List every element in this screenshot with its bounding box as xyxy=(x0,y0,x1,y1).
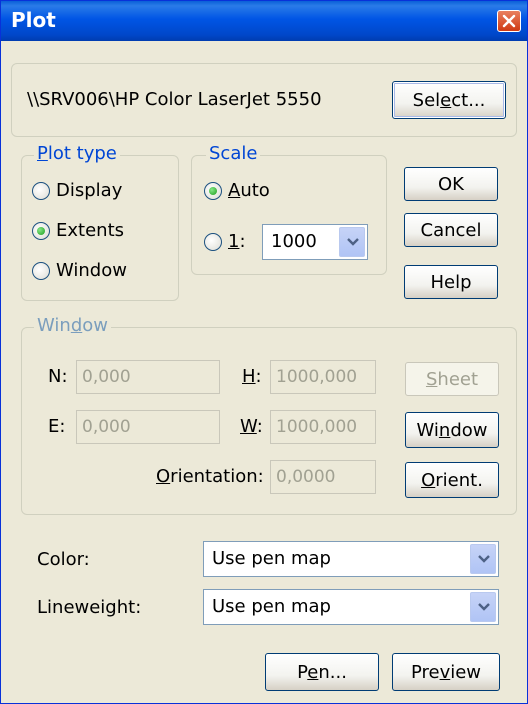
dropdown-arrow[interactable] xyxy=(470,592,496,622)
window-group: Window N: 0,000 H: 1000,000 Sheet E: 0,0… xyxy=(21,315,517,515)
plot-type-group: Plot type Display Extents Window xyxy=(21,143,179,301)
lineweight-select[interactable]: Use pen map xyxy=(203,589,499,625)
color-select[interactable]: Use pen map xyxy=(203,541,499,577)
radio-display[interactable] xyxy=(32,182,50,200)
window-legend: Window xyxy=(34,315,111,337)
pen-button[interactable]: Pen... xyxy=(265,653,379,691)
help-button[interactable]: Help xyxy=(404,265,498,299)
e-field[interactable]: 0,000 xyxy=(76,410,220,444)
scale-legend: Scale xyxy=(206,143,261,165)
help-label: Help xyxy=(430,271,472,293)
window-pick-label: Window xyxy=(416,419,488,441)
auto-label[interactable]: Auto xyxy=(228,180,270,202)
sheet-button[interactable]: Sheet xyxy=(405,362,499,396)
radio-window[interactable] xyxy=(32,262,50,280)
close-button[interactable] xyxy=(497,10,521,32)
h-label: H: xyxy=(242,366,262,387)
color-value: Use pen map xyxy=(212,548,331,569)
pen-label: Pen... xyxy=(297,661,347,683)
radio-scale-auto[interactable] xyxy=(204,182,222,200)
h-field[interactable]: 1000,000 xyxy=(270,360,376,394)
scale-ratio-select[interactable]: 1000 xyxy=(262,224,368,260)
window-option-label[interactable]: Window xyxy=(56,260,127,282)
n-field[interactable]: 0,000 xyxy=(76,360,220,394)
sheet-label: Sheet xyxy=(425,368,479,390)
window-pick-button[interactable]: Window xyxy=(405,412,499,448)
preview-button[interactable]: Preview xyxy=(392,653,500,691)
radio-extents[interactable] xyxy=(32,222,50,240)
ok-button[interactable]: OK xyxy=(404,167,498,201)
scale-group: Scale Auto 1: 1000 xyxy=(191,143,387,275)
window-title: Plot xyxy=(11,8,56,32)
n-label: N: xyxy=(48,366,68,387)
dropdown-arrow[interactable] xyxy=(339,227,365,257)
lineweight-label: Lineweight: xyxy=(37,597,142,618)
e-label: E: xyxy=(48,416,66,437)
radio-selected-dot xyxy=(37,227,45,235)
printer-group: \\SRV006\HP Color LaserJet 5550 Select..… xyxy=(11,63,517,137)
title-bar[interactable]: Plot xyxy=(1,1,527,41)
plot-type-legend: Plot type xyxy=(34,143,120,165)
w-label: W: xyxy=(240,416,263,437)
chevron-down-icon xyxy=(347,238,359,246)
scale-ratio-value: 1000 xyxy=(271,231,317,252)
plot-dialog: Plot \\SRV006\HP Color LaserJet 5550 Sel… xyxy=(0,0,528,704)
preview-label: Preview xyxy=(410,661,482,683)
orientation-field[interactable]: 0,0000 xyxy=(270,460,376,494)
w-field[interactable]: 1000,000 xyxy=(270,410,376,444)
orient-label: Orient. xyxy=(421,469,483,491)
orientation-label: Orientation: xyxy=(156,466,264,487)
select-button-label: Select... xyxy=(412,89,486,111)
ok-label: OK xyxy=(438,173,464,195)
orient-button[interactable]: Orient. xyxy=(405,462,499,498)
select-printer-button[interactable]: Select... xyxy=(392,81,506,119)
color-label: Color: xyxy=(37,549,90,570)
radio-selected-dot xyxy=(209,187,217,195)
chevron-down-icon xyxy=(478,603,490,611)
radio-scale-ratio[interactable] xyxy=(204,233,222,251)
lineweight-value: Use pen map xyxy=(212,596,331,617)
printer-name: \\SRV006\HP Color LaserJet 5550 xyxy=(27,89,322,110)
close-icon xyxy=(502,14,516,28)
display-label[interactable]: Display xyxy=(56,180,122,202)
dropdown-arrow[interactable] xyxy=(470,544,496,574)
cancel-button[interactable]: Cancel xyxy=(404,213,498,247)
cancel-label: Cancel xyxy=(420,219,482,241)
chevron-down-icon xyxy=(478,555,490,563)
ratio-label[interactable]: 1: xyxy=(228,231,246,253)
extents-label[interactable]: Extents xyxy=(56,220,124,242)
